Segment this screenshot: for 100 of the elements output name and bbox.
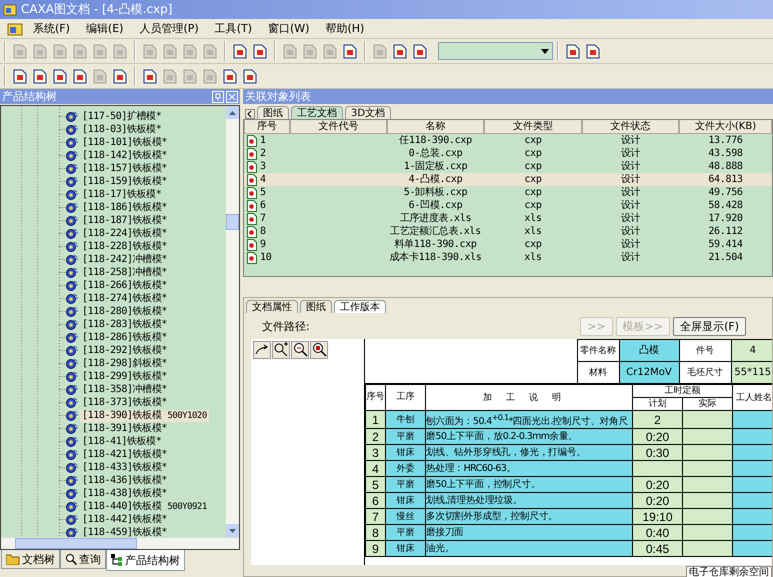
tree-item[interactable]: [118-390]铁板模 500Y1020: [80, 410, 209, 422]
tree-item[interactable]: [118-421]铁板模*: [80, 448, 170, 460]
tree-item[interactable]: [118-17]铁板模*: [80, 188, 164, 200]
tab[interactable]: 工作版本: [334, 300, 386, 313]
table-row[interactable]: 1 任118-390.cxp cxp 设计 13.776: [244, 134, 772, 147]
toolbar-button[interactable]: [141, 67, 159, 85]
vertical-scrollbar[interactable]: [226, 106, 239, 537]
tree-item[interactable]: [118-442]铁板模*: [80, 514, 170, 526]
close-icon[interactable]: [226, 90, 238, 102]
toolbar-button[interactable]: [51, 67, 69, 85]
column-header[interactable]: 文件类型: [484, 120, 582, 134]
column-header[interactable]: 文件大小(KB): [679, 120, 772, 134]
tree-item[interactable]: [118-159]铁板模*: [80, 176, 170, 188]
tree-item[interactable]: [118-186]铁板模*: [80, 202, 170, 214]
tree-item[interactable]: [118-391]铁板模*: [80, 422, 170, 434]
tab[interactable]: 图纸: [257, 106, 289, 119]
tree-item[interactable]: [118-299]铁板模*: [80, 370, 170, 382]
tree-item[interactable]: [118-03]铁板模*: [80, 124, 164, 136]
toolbar-button[interactable]: [251, 42, 269, 60]
tree-item[interactable]: [118-440]铁板模 500Y0921: [80, 500, 209, 512]
tree-item[interactable]: [118-258]冲槽模*: [80, 266, 170, 278]
zoom-in-icon[interactable]: [310, 341, 328, 359]
table-cell: 0:20: [646, 494, 670, 508]
toolbar-button[interactable]: [241, 67, 259, 85]
toolbar-button[interactable]: [231, 42, 249, 60]
page-icon: [586, 44, 600, 58]
toolbar-button[interactable]: [221, 67, 239, 85]
menu-item[interactable]: 系统(F): [26, 20, 77, 37]
tree-item[interactable]: [118-101]铁板模*: [80, 136, 170, 148]
tree-item[interactable]: [118-292]铁板模*: [80, 344, 170, 356]
toolbar-button[interactable]: [111, 67, 129, 85]
tree-item[interactable]: [118-298]斜板模*: [80, 358, 170, 370]
table-row[interactable]: 2 0-总装.cxp cxp 设计 43.598: [244, 147, 772, 160]
column-header[interactable]: 序号: [244, 120, 290, 134]
table-row[interactable]: 6 6-凹模.cxp cxp 设计 58.428: [244, 199, 772, 212]
toolbar-button[interactable]: [31, 67, 49, 85]
tree-item[interactable]: [118-283]铁板模*: [80, 318, 170, 330]
tree-item[interactable]: [117-50]扩槽模*: [80, 110, 164, 122]
gear-icon: [65, 358, 78, 370]
tree-item[interactable]: [118-436]铁板模*: [80, 474, 170, 486]
scroll-left-icon[interactable]: [245, 109, 255, 119]
combo-box[interactable]: [438, 42, 553, 60]
page-icon: [283, 44, 297, 58]
tree-item[interactable]: [118-266]铁板模*: [80, 280, 170, 292]
tree-item[interactable]: [118-358]冲槽模*: [80, 384, 170, 396]
tab[interactable]: 产品结构树: [106, 550, 185, 571]
tree-item[interactable]: [118-187]铁板模*: [80, 214, 170, 226]
tree-item[interactable]: [118-157]铁板模*: [80, 162, 170, 174]
menu-item[interactable]: 帮助(H): [318, 20, 372, 37]
table-row[interactable]: 7 工序进度表.xls xls 设计 17.920: [244, 212, 772, 225]
tree-item[interactable]: [118-280]铁板模*: [80, 306, 170, 318]
action-button[interactable]: 全屏显示(F): [673, 316, 746, 336]
table-cell: 磨50上下平面，放0.2-0.3mm余量。: [426, 431, 578, 442]
tree-item[interactable]: [118-286]铁板模*: [80, 332, 170, 344]
zoom-icon[interactable]: [272, 341, 290, 359]
scroll-down-icon[interactable]: [229, 528, 236, 532]
scroll-thumb[interactable]: [15, 538, 137, 549]
tree-item[interactable]: [118-438]铁板模*: [80, 488, 170, 500]
tree-item[interactable]: [118-433]铁板模*: [80, 462, 170, 474]
table-row[interactable]: 5 5-卸料板.cxp cxp 设计 49.756: [244, 186, 772, 199]
tree-item[interactable]: [118-373]铁板模*: [80, 396, 170, 408]
table-row[interactable]: 10 成本卡118-390.xls xls 设计 21.504: [244, 251, 772, 264]
gear-icon: [65, 396, 78, 408]
scroll-thumb[interactable]: [226, 214, 239, 230]
scroll-up-icon[interactable]: [229, 110, 236, 114]
column-header[interactable]: 文件状态: [582, 120, 679, 134]
pin-icon[interactable]: [212, 90, 224, 102]
tree-item[interactable]: [118-274]铁板模*: [80, 292, 170, 304]
table-row[interactable]: 8 工艺定额汇总表.xls xls 设计 26.112: [244, 225, 772, 238]
table-row[interactable]: 3 1-固定板.cxp cxp 设计 48.888: [244, 160, 772, 173]
table-cell: 工序进度表.xls: [400, 212, 472, 224]
tab[interactable]: 查询: [60, 550, 106, 569]
zoom-out-icon[interactable]: [291, 341, 309, 359]
column-header[interactable]: 名称: [387, 120, 484, 134]
toolbar-button[interactable]: [584, 42, 602, 60]
column-header[interactable]: 文件代号: [290, 120, 387, 134]
menu-item[interactable]: 窗口(W): [261, 20, 316, 37]
table-row[interactable]: 4 4-凸模.cxp cxp 设计 64.813: [244, 173, 772, 186]
tree-item[interactable]: [118-41]铁板模*: [80, 436, 164, 448]
toolbar-button[interactable]: [564, 42, 582, 60]
tree-item[interactable]: [118-224]铁板模*: [80, 228, 170, 240]
menu-item[interactable]: 编辑(E): [78, 20, 130, 37]
tab[interactable]: 文档树: [1, 550, 60, 569]
tab[interactable]: 3D文档: [345, 106, 392, 119]
tab[interactable]: 文档属性: [246, 300, 298, 313]
toolbar-button[interactable]: [411, 42, 429, 60]
menu-item[interactable]: 人员管理(P): [132, 20, 206, 37]
toolbar-button[interactable]: [391, 42, 409, 60]
tree-item[interactable]: [118-228]铁板模*: [80, 240, 170, 252]
horizontal-scrollbar[interactable]: [1, 537, 239, 549]
toolbar-button[interactable]: [11, 67, 29, 85]
menu-item[interactable]: 工具(T): [208, 20, 259, 37]
tab[interactable]: 工艺文档: [291, 106, 343, 119]
tree-item[interactable]: [118-242]冲槽模*: [80, 254, 170, 266]
table-row[interactable]: 9 料单118-390.cxp cxp 设计 59.414: [244, 238, 772, 251]
tab[interactable]: 图纸: [300, 300, 332, 313]
tree-item[interactable]: [118-459]铁板模*: [80, 526, 170, 537]
toolbar-button[interactable]: [71, 67, 89, 85]
tree-item[interactable]: [118-142]铁板模*: [80, 150, 170, 162]
toolbar-button[interactable]: [341, 42, 359, 60]
